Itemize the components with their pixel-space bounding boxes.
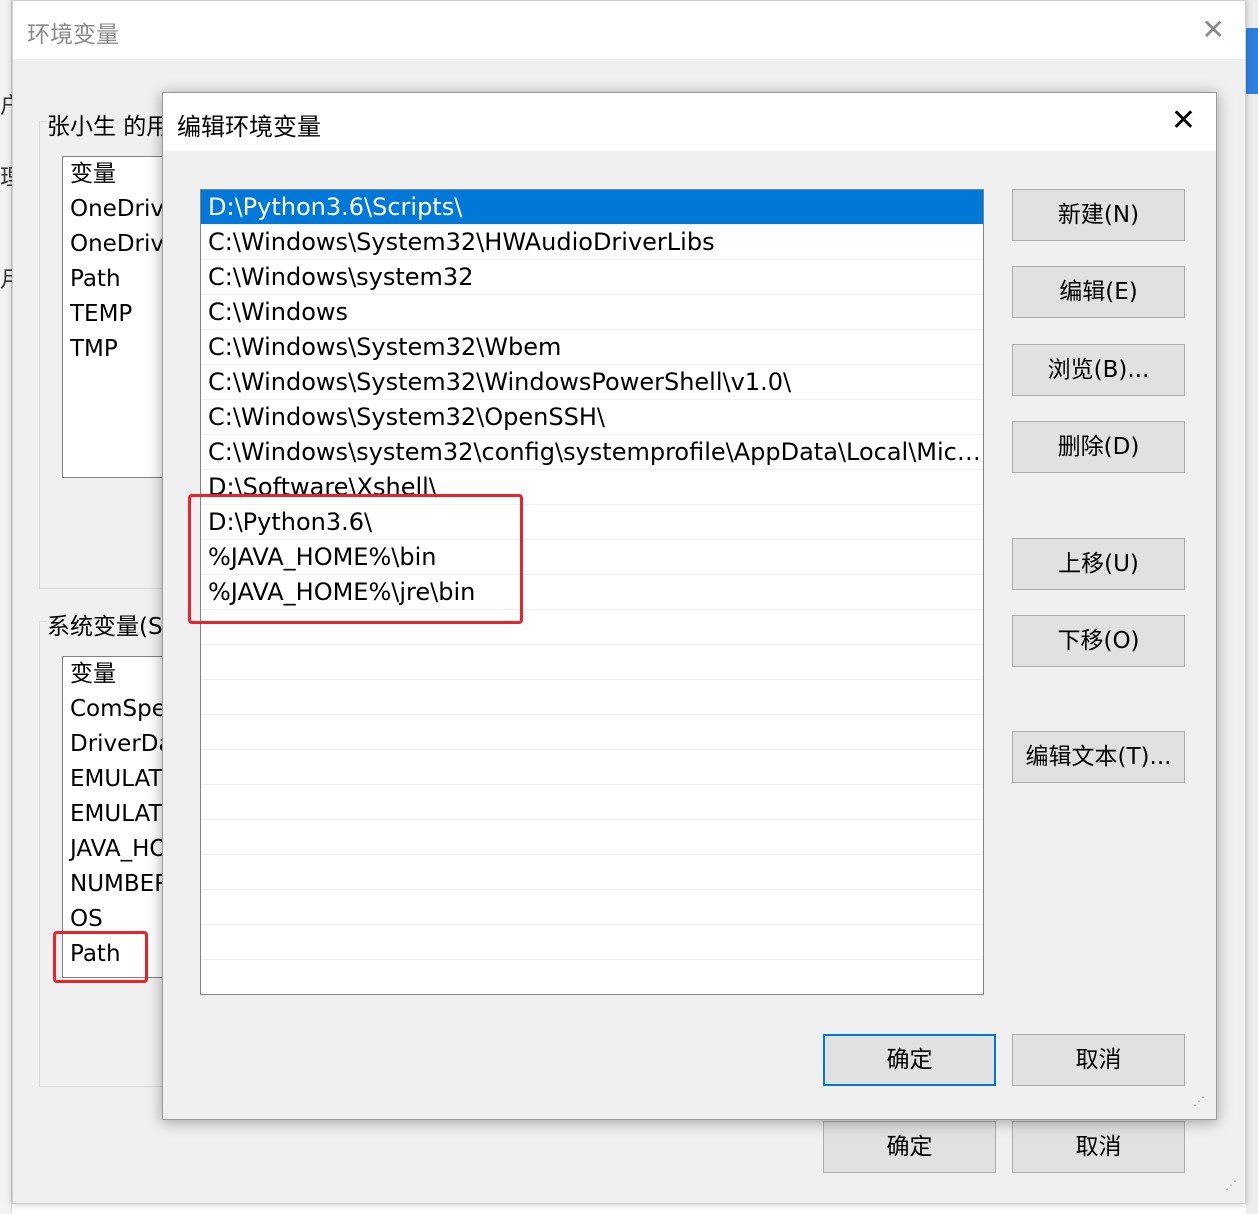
resize-grip-icon[interactable]: ⋰ <box>1193 1095 1209 1113</box>
resize-grip-icon[interactable]: ⋰ <box>1225 1179 1241 1197</box>
background-text: 户 <box>0 94 12 119</box>
background-text: 理 <box>0 166 12 191</box>
background-text: 月 <box>0 268 12 293</box>
delete-button[interactable]: 删除(D) <box>1012 421 1185 473</box>
background-window-edge <box>1246 0 1258 1214</box>
user-variables-label: 张小生 的用户变量(U) <box>47 107 165 141</box>
background-tab <box>1244 28 1258 94</box>
empty-row[interactable] <box>201 855 983 890</box>
window-title: 环境变量 <box>27 22 119 48</box>
browse-button[interactable]: 浏览(B)... <box>1012 344 1185 396</box>
empty-row[interactable] <box>201 960 983 994</box>
empty-row[interactable] <box>201 680 983 715</box>
empty-row[interactable] <box>201 925 983 960</box>
path-entry[interactable]: C:\Windows\System32\OpenSSH\ <box>201 400 983 435</box>
empty-row[interactable] <box>201 750 983 785</box>
empty-row[interactable] <box>201 645 983 680</box>
path-entry[interactable]: C:\Windows\system32\config\systemprofile… <box>201 435 983 470</box>
title-bar: 编辑环境变量 ✕ <box>163 93 1216 151</box>
empty-row[interactable] <box>201 890 983 925</box>
empty-row[interactable] <box>201 820 983 855</box>
ok-button[interactable]: 确定 <box>823 1121 996 1173</box>
new-button[interactable]: 新建(N) <box>1012 189 1185 241</box>
cancel-button[interactable]: 取消 <box>1012 1034 1185 1086</box>
path-entry[interactable]: D:\Python3.6\Scripts\ <box>201 190 983 225</box>
highlight-box <box>188 494 523 624</box>
highlight-box <box>53 931 148 983</box>
path-entry[interactable]: C:\Windows\system32 <box>201 260 983 295</box>
path-entry[interactable]: C:\Windows\System32\Wbem <box>201 330 983 365</box>
move-down-button[interactable]: 下移(O) <box>1012 615 1185 667</box>
edit-environment-variable-dialog: 编辑环境变量 ✕ D:\Python3.6\Scripts\ C:\Window… <box>162 92 1217 1120</box>
cancel-button[interactable]: 取消 <box>1012 1121 1185 1173</box>
close-icon[interactable]: ✕ <box>1202 15 1225 45</box>
edit-button[interactable]: 编辑(E) <box>1012 266 1185 318</box>
move-up-button[interactable]: 上移(U) <box>1012 538 1185 590</box>
empty-row[interactable] <box>201 785 983 820</box>
edit-text-button[interactable]: 编辑文本(T)... <box>1012 731 1185 783</box>
path-entry[interactable]: C:\Windows\System32\WindowsPowerShell\v1… <box>201 365 983 400</box>
path-entry[interactable]: C:\Windows <box>201 295 983 330</box>
title-bar: 环境变量 ✕ <box>13 1 1245 59</box>
dialog-title: 编辑环境变量 <box>177 113 321 141</box>
path-entry[interactable]: C:\Windows\System32\HWAudioDriverLibs <box>201 225 983 260</box>
empty-row[interactable] <box>201 715 983 750</box>
system-variables-label: 系统变量(S) <box>47 607 165 641</box>
ok-button[interactable]: 确定 <box>823 1034 996 1086</box>
close-icon[interactable]: ✕ <box>1171 105 1196 137</box>
